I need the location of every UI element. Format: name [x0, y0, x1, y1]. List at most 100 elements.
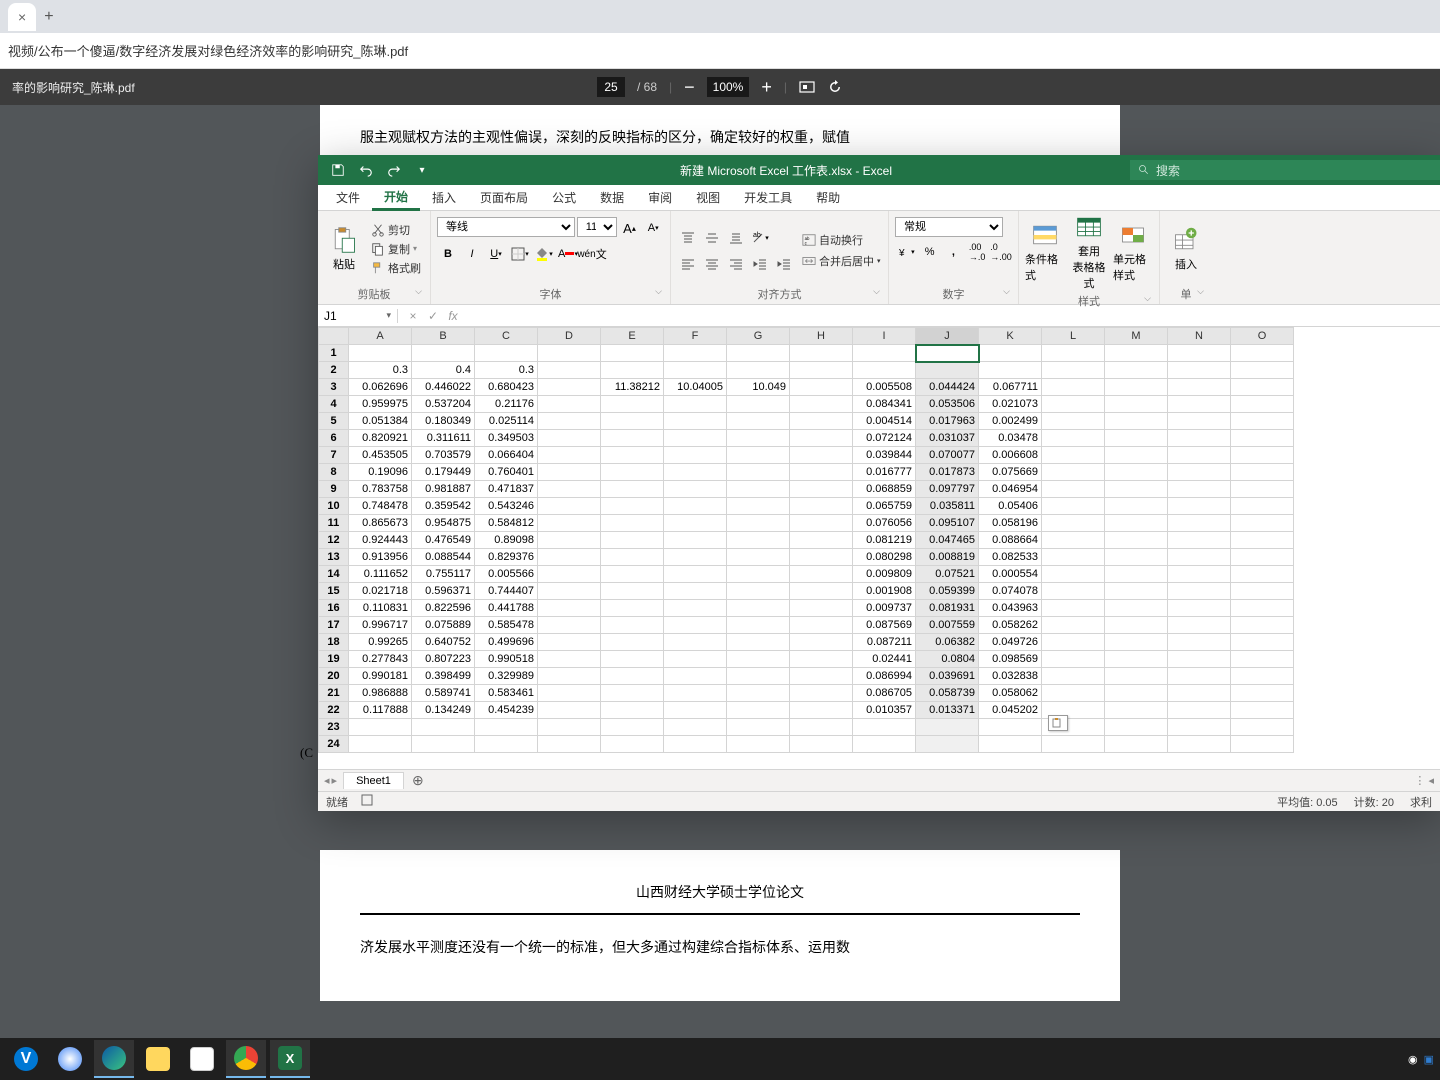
cell[interactable] — [1168, 379, 1231, 396]
cell[interactable] — [1105, 617, 1168, 634]
cell[interactable]: 0.062696 — [349, 379, 412, 396]
cell[interactable] — [1168, 651, 1231, 668]
taskbar-app-excel[interactable]: X — [270, 1040, 310, 1078]
decrease-font-icon[interactable]: A▾ — [642, 217, 664, 239]
cell[interactable] — [1168, 447, 1231, 464]
cell[interactable]: 0.000554 — [979, 566, 1042, 583]
cell[interactable]: 0.009809 — [853, 566, 916, 583]
cell[interactable] — [790, 413, 853, 430]
cell[interactable] — [664, 668, 727, 685]
cell[interactable] — [1105, 668, 1168, 685]
cell[interactable]: 0.584812 — [475, 515, 538, 532]
border-button[interactable]: ▾ — [509, 243, 531, 265]
cell[interactable] — [1042, 447, 1105, 464]
cell[interactable]: 0.098569 — [979, 651, 1042, 668]
cell[interactable] — [538, 566, 601, 583]
cell[interactable] — [538, 515, 601, 532]
cell[interactable] — [664, 498, 727, 515]
cell[interactable]: 0.959975 — [349, 396, 412, 413]
cell[interactable] — [1231, 719, 1294, 736]
cell[interactable] — [1042, 362, 1105, 379]
cell[interactable] — [1105, 345, 1168, 362]
cell[interactable] — [538, 345, 601, 362]
cell[interactable] — [1042, 549, 1105, 566]
cell[interactable] — [1042, 668, 1105, 685]
cell[interactable]: 0.005566 — [475, 566, 538, 583]
cell[interactable]: 0.010357 — [853, 702, 916, 719]
cell[interactable] — [664, 702, 727, 719]
cell[interactable] — [664, 600, 727, 617]
cell[interactable] — [475, 345, 538, 362]
insert-cells-button[interactable]: 插入 — [1166, 213, 1206, 284]
cell[interactable]: 0.329989 — [475, 668, 538, 685]
cell[interactable]: 0.4 — [412, 362, 475, 379]
cell[interactable] — [1231, 532, 1294, 549]
cell[interactable] — [412, 736, 475, 753]
column-header[interactable]: E — [601, 328, 664, 345]
cell[interactable] — [538, 481, 601, 498]
cell[interactable]: 0.476549 — [412, 532, 475, 549]
cell[interactable] — [790, 634, 853, 651]
cell[interactable] — [601, 685, 664, 702]
cell[interactable]: 0.585478 — [475, 617, 538, 634]
cell[interactable] — [727, 413, 790, 430]
italic-button[interactable]: I — [461, 243, 483, 265]
sheet-nav-next-icon[interactable]: ▸ — [332, 774, 338, 787]
column-header[interactable]: N — [1168, 328, 1231, 345]
align-bottom-icon[interactable] — [725, 227, 747, 249]
cell[interactable] — [601, 719, 664, 736]
cell[interactable] — [1042, 532, 1105, 549]
bold-button[interactable]: B — [437, 243, 459, 265]
cell[interactable] — [1231, 736, 1294, 753]
cell[interactable]: 0.016777 — [853, 464, 916, 481]
cell[interactable] — [1042, 345, 1105, 362]
row-header[interactable]: 2 — [319, 362, 349, 379]
cell[interactable]: 0.017873 — [916, 464, 979, 481]
tab-developer[interactable]: 开发工具 — [732, 185, 804, 211]
name-box[interactable]: J1 ▾ — [318, 309, 398, 323]
column-header[interactable]: L — [1042, 328, 1105, 345]
cell[interactable]: 0.03478 — [979, 430, 1042, 447]
cell[interactable] — [727, 736, 790, 753]
cell[interactable] — [1105, 515, 1168, 532]
rotate-icon[interactable] — [827, 79, 843, 95]
cell[interactable] — [790, 549, 853, 566]
cell[interactable] — [727, 566, 790, 583]
cell[interactable] — [727, 668, 790, 685]
font-name-select[interactable]: 等线 — [437, 217, 575, 237]
cell[interactable]: 0.3 — [475, 362, 538, 379]
cell[interactable]: 0.025114 — [475, 413, 538, 430]
cell[interactable]: 0.07521 — [916, 566, 979, 583]
cell[interactable] — [916, 345, 979, 362]
row-header[interactable]: 5 — [319, 413, 349, 430]
cell[interactable] — [1105, 685, 1168, 702]
cell[interactable]: 0.05406 — [979, 498, 1042, 515]
cell[interactable]: 0.039844 — [853, 447, 916, 464]
cell[interactable] — [601, 702, 664, 719]
cell[interactable] — [1042, 379, 1105, 396]
cell[interactable] — [1168, 515, 1231, 532]
formula-enter-icon[interactable]: ✓ — [424, 309, 442, 323]
cell[interactable] — [727, 617, 790, 634]
cell[interactable] — [349, 719, 412, 736]
tab-data[interactable]: 数据 — [588, 185, 636, 211]
cell[interactable] — [664, 583, 727, 600]
row-header[interactable]: 15 — [319, 583, 349, 600]
cell[interactable] — [727, 583, 790, 600]
close-tab-icon[interactable]: × — [18, 9, 26, 25]
tab-formulas[interactable]: 公式 — [540, 185, 588, 211]
cell[interactable] — [1042, 413, 1105, 430]
cell[interactable] — [1231, 617, 1294, 634]
cell[interactable] — [1042, 736, 1105, 753]
cell[interactable] — [664, 651, 727, 668]
paste-options-icon[interactable] — [1048, 715, 1068, 731]
cell[interactable]: 0.053506 — [916, 396, 979, 413]
cell[interactable] — [790, 668, 853, 685]
cell[interactable]: 0.179449 — [412, 464, 475, 481]
cell[interactable] — [1168, 362, 1231, 379]
cell[interactable] — [1105, 583, 1168, 600]
cell[interactable] — [538, 498, 601, 515]
cell[interactable]: 0.446022 — [412, 379, 475, 396]
cell[interactable] — [1231, 379, 1294, 396]
cell[interactable] — [664, 481, 727, 498]
